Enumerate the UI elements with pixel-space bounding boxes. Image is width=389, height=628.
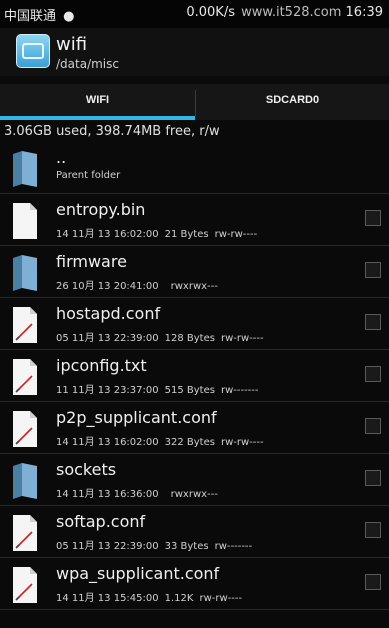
storage-info: 3.06GB used, 398.74MB free, r/w [4, 124, 220, 139]
file-name: sockets [56, 460, 117, 479]
file-meta: 05 11月 13 22:39:00 128 Bytes rw-rw---- [56, 329, 270, 344]
file-date: 14 11月 13 16:02:00 [56, 437, 159, 448]
tab-bar: WIFI SDCARD0 [0, 84, 389, 120]
watermark-text: www.it528.com [241, 5, 342, 20]
text-file-icon [13, 307, 37, 343]
text-file-icon [13, 359, 37, 395]
file-meta: 14 11月 13 16:02:00 322 Bytes rw-rw---- [56, 433, 270, 448]
file-date: 05 11月 13 22:39:00 [56, 541, 159, 552]
file-date: 26 10月 13 20:41:00 [56, 281, 159, 292]
file-date: 11 11月 13 23:37:00 [56, 385, 159, 396]
file-size: 322 Bytes [164, 437, 215, 448]
file-size: 1.12K [164, 593, 194, 604]
text-file-icon [13, 567, 37, 603]
file-icon [13, 203, 37, 239]
file-permissions: rw-rw---- [220, 437, 264, 448]
select-checkbox[interactable] [365, 262, 381, 278]
file-permissions: rw------- [220, 385, 259, 396]
file-permissions: rw-rw---- [199, 593, 243, 604]
file-row[interactable]: firmware 26 10月 13 20:41:00 rwxrwx--- [0, 246, 389, 298]
select-checkbox[interactable] [365, 522, 381, 538]
select-checkbox[interactable] [365, 574, 381, 590]
file-date: 14 11月 13 16:36:00 [56, 489, 159, 500]
file-permissions: rwxrwx--- [170, 281, 218, 292]
file-meta: 05 11月 13 22:39:00 33 Bytes rw------- [56, 537, 258, 552]
file-row[interactable]: hostapd.conf 05 11月 13 22:39:00 128 Bytes r… [0, 298, 389, 350]
select-checkbox[interactable] [365, 210, 381, 226]
wechat-icon: ● [63, 9, 75, 24]
select-checkbox[interactable] [365, 418, 381, 434]
file-row[interactable]: ipconfig.txt 11 11月 13 23:37:00 515 Bytes r… [0, 350, 389, 402]
folder-icon [13, 463, 37, 499]
file-size: 21 Bytes [164, 229, 209, 240]
parent-folder-name: .. [56, 148, 67, 167]
file-permissions: rwxrwx--- [170, 489, 218, 500]
file-meta: 14 11月 13 16:36:00 rwxrwx--- [56, 485, 224, 500]
file-meta: 14 11月 13 16:02:00 21 Bytes rw-rw---- [56, 225, 263, 240]
file-meta: 14 11月 13 15:45:00 1.12K rw-rw---- [56, 589, 248, 604]
tab-wifi[interactable]: WIFI [0, 84, 195, 120]
app-icon[interactable] [16, 34, 50, 68]
text-file-icon [13, 411, 37, 447]
tab-sdcard0[interactable]: SDCARD0 [196, 84, 389, 120]
file-name: hostapd.conf [56, 304, 161, 323]
file-row[interactable]: entropy.bin 14 11月 13 16:02:00 21 Bytes rw-… [0, 194, 389, 246]
select-checkbox[interactable] [365, 470, 381, 486]
file-name: p2p_supplicant.conf [56, 408, 217, 427]
file-size: 128 Bytes [164, 333, 215, 344]
page-title: wifi [56, 34, 88, 55]
file-date: 05 11月 13 22:39:00 [56, 333, 159, 344]
file-row[interactable]: sockets 14 11月 13 16:36:00 rwxrwx--- [0, 454, 389, 506]
folder-icon [13, 255, 37, 291]
file-name: ipconfig.txt [56, 356, 147, 375]
file-meta: 26 10月 13 20:41:00 rwxrwx--- [56, 277, 224, 292]
file-name: entropy.bin [56, 200, 146, 219]
file-date: 14 11月 13 16:02:00 [56, 229, 159, 240]
file-permissions: rw-rw---- [220, 333, 264, 344]
file-row[interactable]: wpa_supplicant.conf 14 11月 13 15:45:00 1.1… [0, 558, 389, 610]
clock: 16:39 [345, 5, 383, 20]
parent-folder-desc: Parent folder [56, 170, 121, 181]
file-permissions: rw------- [214, 541, 253, 552]
file-name: wpa_supplicant.conf [56, 564, 220, 583]
folder-icon [13, 151, 37, 187]
file-row[interactable]: p2p_supplicant.conf 14 11月 13 16:02:00 322… [0, 402, 389, 454]
file-name: softap.conf [56, 512, 146, 531]
row-divider [0, 609, 389, 610]
current-path: /data/misc [56, 57, 119, 71]
file-size: 33 Bytes [164, 541, 209, 552]
file-date: 14 11月 13 15:45:00 [56, 593, 159, 604]
net-speed: 0.00K/s [186, 5, 235, 20]
carrier-label: 中国联通 [4, 9, 57, 24]
text-file-icon [13, 515, 37, 551]
file-row[interactable]: softap.conf 05 11月 13 22:39:00 33 Bytes rw-… [0, 506, 389, 558]
select-checkbox[interactable] [365, 314, 381, 330]
parent-folder-row[interactable]: .. Parent folder [0, 142, 389, 194]
select-checkbox[interactable] [365, 366, 381, 382]
tab-indicator [0, 116, 195, 120]
file-size: 515 Bytes [164, 385, 215, 396]
action-bar: wifi /data/misc [0, 28, 389, 76]
status-bar: 中国联通 ● 0.00K/s www.it528.com 16:39 [0, 0, 389, 28]
file-name: firmware [56, 252, 127, 271]
file-permissions: rw-rw---- [214, 229, 258, 240]
file-meta: 11 11月 13 23:37:00 515 Bytes rw------- [56, 381, 265, 396]
